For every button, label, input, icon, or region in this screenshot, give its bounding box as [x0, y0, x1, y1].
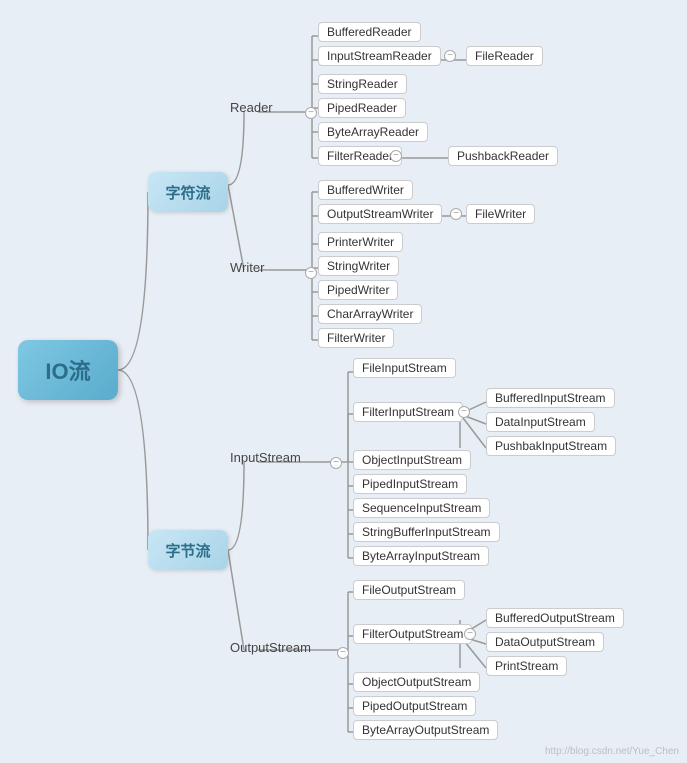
leaf-sequenceinputstream: SequenceInputStream	[353, 498, 490, 518]
leaf-pipedwriter: PipedWriter	[318, 280, 398, 300]
collapse-outputstreamwriter[interactable]: −	[450, 208, 462, 220]
leaf-inputstreamreader: InputStreamReader	[318, 46, 441, 66]
leaf-stringreader: StringReader	[318, 74, 407, 94]
leaf-objectinputstream: ObjectInputStream	[353, 450, 471, 470]
collapse-inputstreamreader[interactable]: −	[444, 50, 456, 62]
root-node: IO流	[18, 340, 118, 400]
leaf-datainputstream: DataInputStream	[486, 412, 595, 432]
leaf-outputstreamwriter: OutputStreamWriter	[318, 204, 442, 224]
leaf-pushbakinputstream: PushbakInputStream	[486, 436, 616, 456]
mindmap-container: IO流 字符流 字节流 Reader − Writer − InputStrea…	[0, 0, 687, 763]
leaf-stringwriter: StringWriter	[318, 256, 399, 276]
leaf-filteroutputstream: FilterOutputStream	[353, 624, 472, 644]
leaf-filterwriter: FilterWriter	[318, 328, 394, 348]
branch-outputstream: OutputStream	[230, 640, 311, 655]
leaf-bufferedreader: BufferedReader	[318, 22, 421, 42]
leaf-pushbackreader: PushbackReader	[448, 146, 558, 166]
leaf-bufferedinputstream: BufferedInputStream	[486, 388, 615, 408]
leaf-bytearrayreader: ByteArrayReader	[318, 122, 428, 142]
leaf-printerwriter: PrinterWriter	[318, 232, 403, 252]
leaf-pipedoutputstream: PipedOutputStream	[353, 696, 476, 716]
leaf-bufferedoutputstream: BufferedOutputStream	[486, 608, 624, 628]
leaf-bytearrayoutputstream: ByteArrayOutputStream	[353, 720, 498, 740]
leaf-pipedinputstream: PipedInputStream	[353, 474, 467, 494]
branch-writer: Writer	[230, 260, 264, 275]
leaf-bytearrayinputstream: ByteArrayInputStream	[353, 546, 489, 566]
category-byte-stream: 字节流	[148, 530, 228, 570]
leaf-filereader: FileReader	[466, 46, 543, 66]
leaf-printstream: PrintStream	[486, 656, 567, 676]
collapse-reader[interactable]: −	[305, 107, 317, 119]
leaf-fileoutputstream: FileOutputStream	[353, 580, 465, 600]
collapse-outputstream[interactable]: −	[337, 647, 349, 659]
collapse-filterinputstream[interactable]: −	[458, 406, 470, 418]
collapse-filteroutputstream[interactable]: −	[464, 628, 476, 640]
leaf-filterinputstream: FilterInputStream	[353, 402, 463, 422]
branch-inputstream: InputStream	[230, 450, 301, 465]
watermark: http://blog.csdn.net/Yue_Chen	[545, 746, 679, 757]
collapse-inputstream[interactable]: −	[330, 457, 342, 469]
collapse-writer[interactable]: −	[305, 267, 317, 279]
branch-reader: Reader	[230, 100, 273, 115]
leaf-chararraywriter: CharArrayWriter	[318, 304, 422, 324]
leaf-bufferedwriter: BufferedWriter	[318, 180, 413, 200]
leaf-objectoutputstream: ObjectOutputStream	[353, 672, 480, 692]
leaf-fileinputstream: FileInputStream	[353, 358, 456, 378]
leaf-stringbufferinputstream: StringBufferInputStream	[353, 522, 500, 542]
category-char-stream: 字符流	[148, 172, 228, 212]
leaf-pipedreader: PipedReader	[318, 98, 406, 118]
leaf-dataoutputstream: DataOutputStream	[486, 632, 604, 652]
leaf-filewriter: FileWriter	[466, 204, 535, 224]
collapse-filterreader[interactable]: −	[390, 150, 402, 162]
